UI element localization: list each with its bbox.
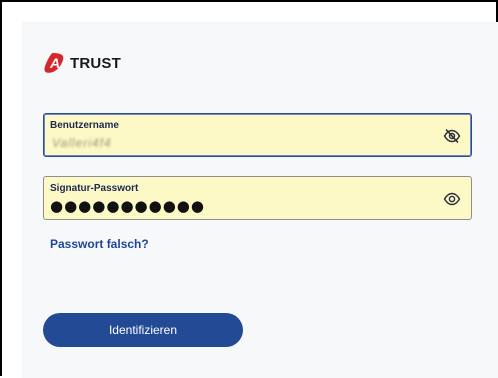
- password-input[interactable]: [50, 198, 430, 214]
- window-frame: A TRUST Benutzername Valleri4f4 Signatur…: [0, 0, 498, 378]
- a-trust-logo: A TRUST: [43, 52, 121, 74]
- password-field[interactable]: Signatur-Passwort: [43, 176, 472, 220]
- logo-text: TRUST: [70, 54, 121, 72]
- username-field[interactable]: Benutzername Valleri4f4: [43, 113, 472, 157]
- forgot-password-link[interactable]: Passwort falsch?: [50, 237, 149, 251]
- identify-button[interactable]: Identifizieren: [43, 313, 243, 347]
- login-panel: A TRUST Benutzername Valleri4f4 Signatur…: [22, 22, 498, 378]
- username-label: Benutzername: [50, 120, 119, 131]
- password-label: Signatur-Passwort: [50, 183, 139, 194]
- toggle-username-visibility-button[interactable]: [443, 128, 461, 144]
- toggle-password-visibility-button[interactable]: [443, 191, 461, 207]
- a-trust-logo-mark-icon: A: [44, 53, 64, 73]
- username-value: Valleri4f4: [52, 136, 112, 150]
- eye-icon: [443, 192, 461, 206]
- eye-slash-icon: [443, 128, 461, 144]
- svg-text:A: A: [49, 55, 60, 71]
